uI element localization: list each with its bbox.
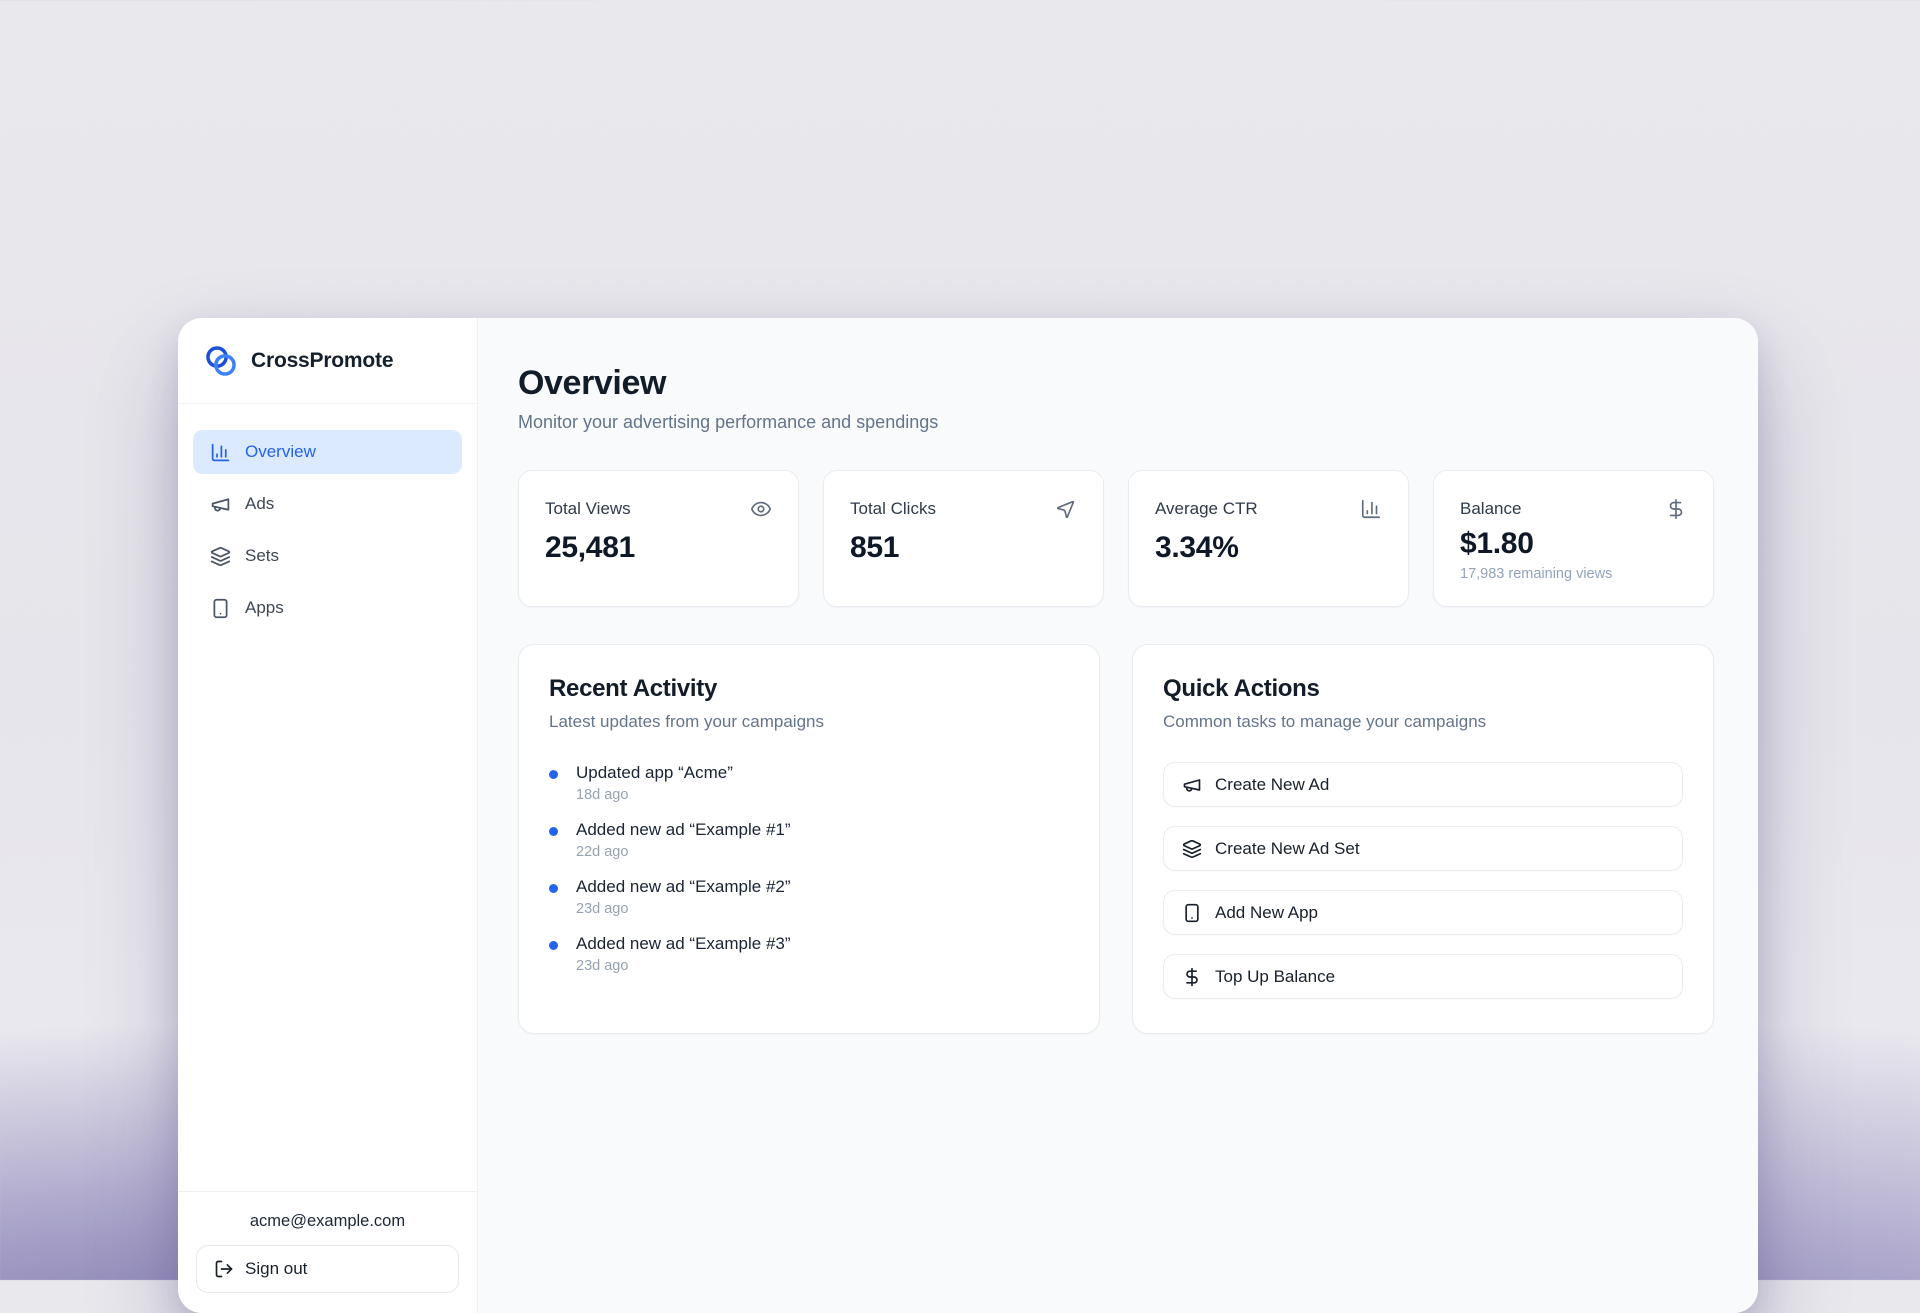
dollar-icon [1182,967,1202,987]
layers-icon [210,546,231,567]
sidebar: CrossPromote Overview Ads Sets Apps acme… [178,318,478,1313]
bar-chart-icon [1360,498,1382,520]
page-title: Overview [518,364,1714,403]
sidebar-item-sets[interactable]: Sets [193,534,462,578]
activity-item: Added new ad “Example #1” 22d ago [549,820,1069,860]
megaphone-icon [210,494,231,515]
activity-item: Added new ad “Example #3” 23d ago [549,934,1069,974]
megaphone-icon [1182,775,1202,795]
layers-icon [1182,839,1202,859]
activity-list: Updated app “Acme” 18d ago Added new ad … [549,763,1069,974]
top-up-balance-button[interactable]: Top Up Balance [1163,954,1683,999]
log-out-icon [214,1259,234,1279]
stat-value: 3.34% [1155,531,1382,565]
main-content: Overview Monitor your advertising perfor… [478,318,1758,1313]
activity-time: 23d ago [576,958,791,974]
bottom-row: Recent Activity Latest updates from your… [518,644,1714,1034]
add-new-app-button[interactable]: Add New App [1163,890,1683,935]
stat-card-average-ctr: Average CTR 3.34% [1128,470,1409,607]
sidebar-header: CrossPromote [178,318,477,404]
sidebar-footer: acme@example.com Sign out [178,1191,477,1313]
action-label: Top Up Balance [1215,967,1335,987]
sign-out-label: Sign out [245,1259,307,1279]
quick-actions-title: Quick Actions [1163,675,1683,703]
activity-text: Added new ad “Example #2” [576,877,791,897]
action-label: Create New Ad [1215,775,1329,795]
quick-actions-subtitle: Common tasks to manage your campaigns [1163,712,1683,732]
activity-item: Added new ad “Example #2” 23d ago [549,877,1069,917]
stat-value: $1.80 [1460,527,1687,561]
app-window: CrossPromote Overview Ads Sets Apps acme… [178,318,1758,1313]
bullet-dot-icon [549,770,558,779]
sidebar-item-label: Apps [245,598,284,618]
sidebar-item-overview[interactable]: Overview [193,430,462,474]
bar-chart-icon [210,442,231,463]
bullet-dot-icon [549,941,558,950]
activity-time: 23d ago [576,901,791,917]
create-new-ad-set-button[interactable]: Create New Ad Set [1163,826,1683,871]
sidebar-item-apps[interactable]: Apps [193,586,462,630]
recent-activity-panel: Recent Activity Latest updates from your… [518,644,1100,1034]
bullet-dot-icon [549,884,558,893]
activity-text: Added new ad “Example #3” [576,934,791,954]
crosspromote-logo-icon [204,344,238,378]
quick-actions-panel: Quick Actions Common tasks to manage you… [1132,644,1714,1034]
stats-row: Total Views 25,481 Total Clicks 851 Aver… [518,470,1714,607]
cursor-icon [1055,498,1077,520]
page-subtitle: Monitor your advertising performance and… [518,412,1714,433]
stat-card-balance: Balance $1.80 17,983 remaining views [1433,470,1714,607]
quick-actions-list: Create New Ad Create New Ad Set Add New … [1163,762,1683,999]
stat-label: Total Clicks [850,499,936,519]
smartphone-icon [210,598,231,619]
sign-out-button[interactable]: Sign out [196,1245,459,1293]
app-title: CrossPromote [251,349,393,373]
action-label: Add New App [1215,903,1318,923]
sidebar-item-label: Ads [245,494,274,514]
stat-label: Total Views [545,499,631,519]
sidebar-item-ads[interactable]: Ads [193,482,462,526]
stat-note: 17,983 remaining views [1460,566,1687,582]
stat-card-total-clicks: Total Clicks 851 [823,470,1104,607]
activity-text: Added new ad “Example #1” [576,820,791,840]
user-email: acme@example.com [196,1212,459,1231]
sidebar-nav: Overview Ads Sets Apps [178,404,477,630]
smartphone-icon [1182,903,1202,923]
dollar-icon [1665,498,1687,520]
activity-time: 18d ago [576,787,733,803]
stat-label: Average CTR [1155,499,1258,519]
stat-card-total-views: Total Views 25,481 [518,470,799,607]
create-new-ad-button[interactable]: Create New Ad [1163,762,1683,807]
stat-label: Balance [1460,499,1521,519]
action-label: Create New Ad Set [1215,839,1360,859]
sidebar-item-label: Overview [245,442,316,462]
sidebar-item-label: Sets [245,546,279,566]
bullet-dot-icon [549,827,558,836]
desktop-background: { "app": { "name": "CrossPromote" }, "si… [0,0,1920,1280]
activity-text: Updated app “Acme” [576,763,733,783]
activity-item: Updated app “Acme” 18d ago [549,763,1069,803]
eye-icon [750,498,772,520]
stat-value: 851 [850,531,1077,565]
recent-activity-title: Recent Activity [549,675,1069,703]
recent-activity-subtitle: Latest updates from your campaigns [549,712,1069,732]
activity-time: 22d ago [576,844,791,860]
stat-value: 25,481 [545,531,772,565]
